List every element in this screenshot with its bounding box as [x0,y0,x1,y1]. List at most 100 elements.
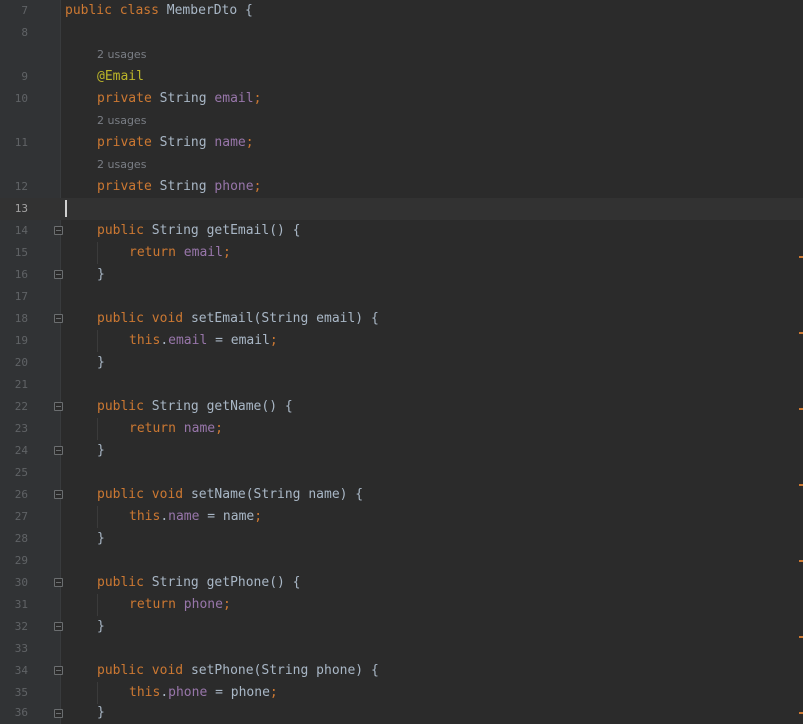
code-line-36[interactable]: 36 } [0,702,803,724]
code-text[interactable]: public String getName() { [97,396,293,418]
fold-end-icon[interactable] [54,270,63,279]
code-line-14[interactable]: 14 public String getEmail() { [0,220,803,242]
error-stripe-mark[interactable] [799,560,803,562]
indent-guide [97,330,98,352]
code-text[interactable]: } [97,702,105,724]
fold-toggle-icon[interactable] [54,490,63,499]
code-line-32[interactable]: 32 } [0,616,803,638]
fold-toggle-icon[interactable] [54,666,63,675]
code-line-10[interactable]: 10 private String email; [0,88,803,110]
code-line-30[interactable]: 30 public String getPhone() { [0,572,803,594]
usages-hint[interactable]: 2 usages [97,44,146,66]
line-number: 10 [14,92,28,105]
code-line-26[interactable]: 26 public void setName(String name) { [0,484,803,506]
code-line-8[interactable]: 8 [0,22,803,44]
usages-hint[interactable]: 2 usages [97,154,146,176]
line-number: 33 [14,642,28,655]
code-line-28[interactable]: 28 } [0,528,803,550]
line-number: 17 [14,290,28,303]
keyword: private [97,135,152,150]
field-name: email [183,245,223,260]
keyword: private [97,179,152,194]
code-line-31[interactable]: 31 return phone; [0,594,803,616]
code-text[interactable]: private String name; [97,132,254,154]
line-number: 24 [14,444,28,457]
code-text[interactable]: public void setPhone(String phone) { [97,660,379,682]
code-text[interactable]: public String getEmail() { [97,220,301,242]
code-line-7[interactable]: 7 public class MemberDto { [0,0,803,22]
code-line-25[interactable]: 25 [0,462,803,484]
indent-guide [97,594,98,616]
usages-hint[interactable]: 2 usages [97,110,146,132]
error-stripe-mark[interactable] [799,256,803,258]
code-text[interactable]: public void setName(String name) { [97,484,363,506]
code-text[interactable]: public void setEmail(String email) { [97,308,379,330]
fold-toggle-icon[interactable] [54,314,63,323]
code-line-13-current[interactable]: 13 [0,198,803,220]
code-line-34[interactable]: 34 public void setPhone(String phone) { [0,660,803,682]
code-text[interactable]: } [97,528,105,550]
line-number: 20 [14,356,28,369]
keyword: void [151,487,184,502]
keyword: public [97,487,144,502]
code-line-11[interactable]: 11 private String name; [0,132,803,154]
line-number: 15 [14,246,28,259]
line-number: 14 [14,224,28,237]
fold-toggle-icon[interactable] [54,402,63,411]
line-number: 22 [14,400,28,413]
field-name: phone [183,597,223,612]
error-stripe-mark[interactable] [799,408,803,410]
fold-toggle-icon[interactable] [54,578,63,587]
code-line-21[interactable]: 21 [0,374,803,396]
error-stripe-mark[interactable] [799,332,803,334]
code-line-16[interactable]: 16 } [0,264,803,286]
code-text[interactable]: this.email = email; [129,330,278,352]
error-stripe-mark[interactable] [799,636,803,638]
code-text[interactable]: this.name = name; [129,506,262,528]
fold-end-icon[interactable] [54,446,63,455]
code-text[interactable]: return name; [129,418,223,440]
fold-end-icon[interactable] [54,709,63,718]
code-line-12[interactable]: 12 private String phone; [0,176,803,198]
code-text[interactable]: @Email [97,66,144,88]
code-text[interactable]: } [97,440,105,462]
line-number: 32 [14,620,28,633]
code-text[interactable]: this.phone = phone; [129,682,278,704]
code-line-9[interactable]: 9 @Email [0,66,803,88]
code-line-17[interactable]: 17 [0,286,803,308]
code-text[interactable]: return email; [129,242,231,264]
line-number: 31 [14,598,28,611]
code-text[interactable]: } [97,616,105,638]
code-line-19[interactable]: 19 this.email = email; [0,330,803,352]
code-line-18[interactable]: 18 public void setEmail(String email) { [0,308,803,330]
code-text[interactable]: public String getPhone() { [97,572,301,594]
error-stripe-mark[interactable] [799,484,803,486]
code-line-24[interactable]: 24 } [0,440,803,462]
keyword: public [97,223,144,238]
keyword: public [97,575,144,590]
code-line-35[interactable]: 35 this.phone = phone; [0,682,803,704]
code-text[interactable]: private String phone; [97,176,261,198]
code-line-27[interactable]: 27 this.name = name; [0,506,803,528]
fold-end-icon[interactable] [54,622,63,631]
code-line-15[interactable]: 15 return email; [0,242,803,264]
code-text[interactable]: } [97,264,105,286]
error-stripe-mark[interactable] [799,712,803,714]
code-editor[interactable]: 7 public class MemberDto { 8 2 usages 9 … [0,0,803,724]
code-text[interactable]: private String email; [97,88,261,110]
line-number: 28 [14,532,28,545]
fold-toggle-icon[interactable] [54,226,63,235]
code-line-20[interactable]: 20 } [0,352,803,374]
code-line-22[interactable]: 22 public String getName() { [0,396,803,418]
line-number: 34 [14,664,28,677]
code-text[interactable]: return phone; [129,594,231,616]
type-name: String [159,91,207,106]
field-name: email [214,91,254,106]
line-number: 30 [14,576,28,589]
code-line-29[interactable]: 29 [0,550,803,572]
code-line-23[interactable]: 23 return name; [0,418,803,440]
code-line-33[interactable]: 33 [0,638,803,660]
code-text[interactable]: public class MemberDto { [65,0,253,22]
keyword: this [129,333,161,348]
code-text[interactable]: } [97,352,105,374]
